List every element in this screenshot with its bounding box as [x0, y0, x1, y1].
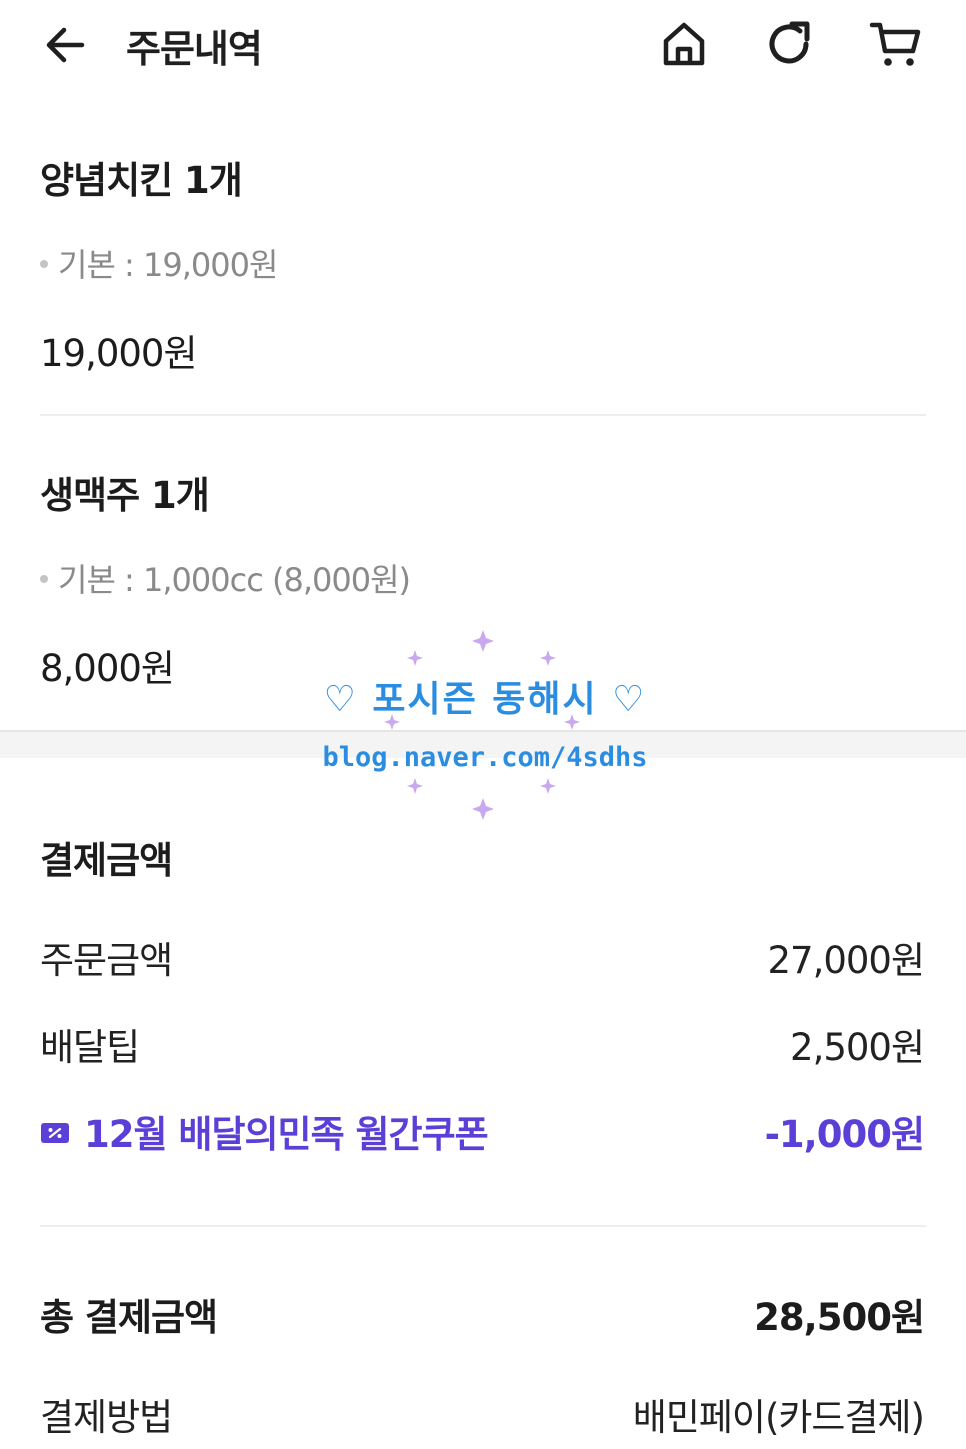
divider — [40, 1225, 926, 1227]
total-amount-row: 총 결제금액 28,500원 — [40, 1287, 925, 1339]
cart-button[interactable] — [868, 16, 924, 72]
item-option: 기본 : 1,000cc (8,000원) — [40, 555, 411, 601]
delivery-tip-value: 2,500원 — [790, 1026, 925, 1069]
back-button[interactable] — [40, 20, 90, 70]
payment-method-value: 배민페이(카드결제) — [632, 1396, 925, 1439]
top-bar: 주문내역 — [0, 0, 966, 90]
total-amount-label: 총 결제금액 — [40, 1296, 218, 1339]
item-option-text: 기본 : 1,000cc (8,000원) — [58, 561, 411, 599]
coupon-value: -1,000원 — [764, 1113, 925, 1156]
item-name: 생맥주 1개 — [40, 474, 210, 517]
total-amount-value: 28,500원 — [754, 1296, 925, 1339]
refresh-button[interactable] — [762, 16, 818, 72]
payment-section-title: 결제금액 — [40, 839, 173, 882]
order-item: 생맥주 1개 기본 : 1,000cc (8,000원) 8,000원 — [40, 455, 926, 715]
coupon-row: 12월 배달의민족 월간쿠폰 -1,000원 — [40, 1104, 925, 1156]
page-title: 주문내역 — [126, 27, 263, 71]
coupon-label: 12월 배달의민족 월간쿠폰 — [84, 1113, 489, 1156]
coupon-label-wrap: 12월 배달의민족 월간쿠폰 — [40, 1104, 489, 1158]
item-price: 8,000원 — [40, 647, 175, 690]
payment-method-row: 결제방법 배민페이(카드결제) — [40, 1387, 925, 1439]
bullet-dot-icon — [40, 575, 48, 583]
order-item: 양념치킨 1개 기본 : 19,000원 19,000원 — [40, 140, 926, 400]
item-name: 양념치킨 1개 — [40, 159, 243, 202]
item-price: 19,000원 — [40, 332, 198, 375]
coupon-icon — [41, 1122, 69, 1143]
order-amount-label: 주문금액 — [40, 939, 173, 982]
back-arrow-icon — [46, 27, 85, 63]
section-divider — [0, 730, 966, 758]
bullet-dot-icon — [40, 260, 48, 268]
payment-method-label: 결제방법 — [40, 1396, 173, 1439]
home-button[interactable] — [656, 16, 712, 72]
refresh-icon — [769, 21, 810, 64]
home-icon — [663, 22, 705, 66]
item-option-text: 기본 : 19,000원 — [58, 246, 278, 284]
order-amount-value: 27,000원 — [767, 939, 925, 982]
item-option: 기본 : 19,000원 — [40, 240, 278, 286]
divider — [40, 414, 926, 416]
cart-icon — [869, 22, 921, 66]
delivery-tip-label: 배달팁 — [40, 1026, 140, 1069]
delivery-tip-row: 배달팁 2,500원 — [40, 1017, 925, 1069]
order-amount-row: 주문금액 27,000원 — [40, 930, 925, 982]
